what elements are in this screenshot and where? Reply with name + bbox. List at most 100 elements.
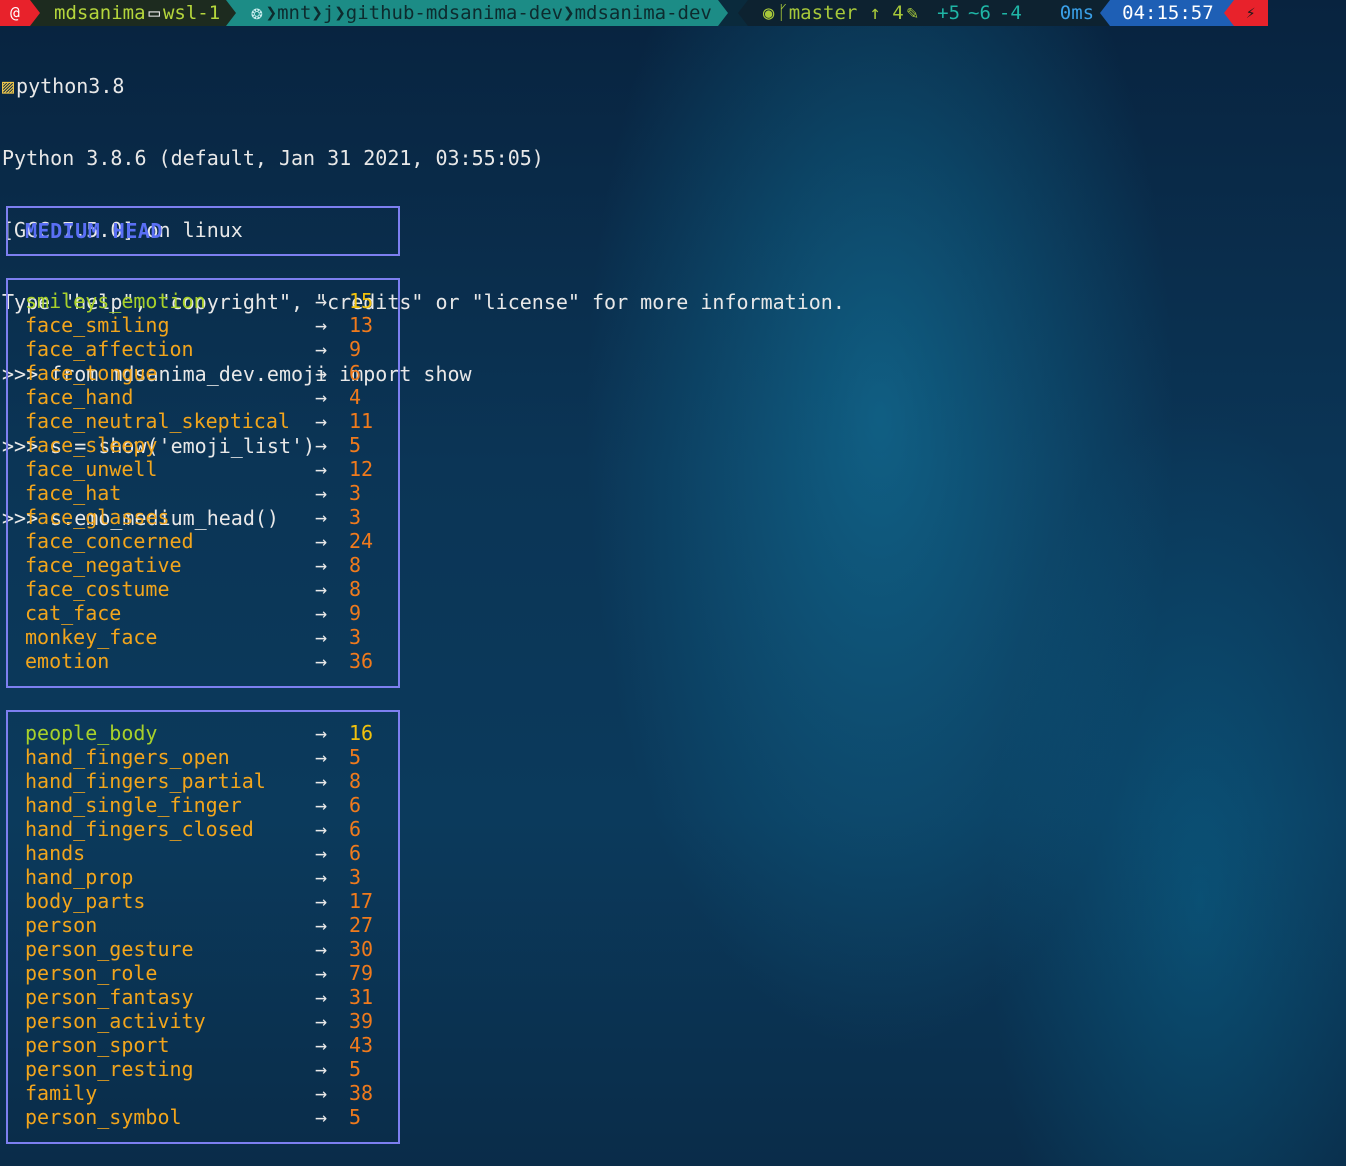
row-name: face_negative <box>25 553 182 577</box>
arrow-icon: → <box>315 649 328 673</box>
github-icon: ◉ <box>762 2 775 24</box>
subgroup-row: face_concerned → 24 <box>25 529 385 553</box>
row-count: 39 <box>349 1009 374 1033</box>
row-count: 3 <box>349 505 362 529</box>
arrow-icon: → <box>315 601 328 625</box>
arrow-icon: → <box>315 313 328 337</box>
row-count: 9 <box>349 601 362 625</box>
arrow-icon: → <box>315 817 328 841</box>
shell-prompt-bar: @ mdsanima ▭ wsl-1 ❂ ❯ mnt ❯ j ❯ github-… <box>0 0 1346 26</box>
row-count: 11 <box>349 409 374 433</box>
row-name: face_unwell <box>25 457 158 481</box>
row-name: face_costume <box>25 577 170 601</box>
duration: 0ms <box>1059 2 1095 24</box>
subgroup-row: hand_fingers_partial → 8 <box>25 769 385 793</box>
subgroup-row: face_affection → 9 <box>25 337 385 361</box>
row-count: 31 <box>349 985 374 1009</box>
subgroup-row: face_glasses → 3 <box>25 505 385 529</box>
segment-separator <box>737 0 748 26</box>
arrow-icon: → <box>315 1105 328 1129</box>
row-count: 3 <box>349 625 362 649</box>
row-count: 8 <box>349 553 362 577</box>
subgroup-row: hands → 6 <box>25 841 385 865</box>
arrow-icon: → <box>315 385 328 409</box>
arrow-icon: → <box>315 793 328 817</box>
row-name: person <box>25 913 98 937</box>
row-name: hand_fingers_closed <box>25 817 254 841</box>
subgroup-row: person_role → 79 <box>25 961 385 985</box>
subgroup-row: family → 38 <box>25 1081 385 1105</box>
subgroup-row: face_neutral_skeptical → 11 <box>25 409 385 433</box>
prompt-user: mdsanima <box>54 2 146 24</box>
folder-icon: ❂ <box>251 2 263 24</box>
git-branch-icon: ᚴ <box>777 2 789 24</box>
row-name: person_gesture <box>25 937 194 961</box>
subgroup-row: person_sport → 43 <box>25 1033 385 1057</box>
segment-separator <box>1223 0 1234 26</box>
segment-separator <box>1100 0 1111 26</box>
path-part: mdsanima-dev <box>574 2 712 24</box>
os-segment: @ <box>0 0 30 26</box>
row-name: person_fantasy <box>25 985 194 1009</box>
row-count: 16 <box>349 721 374 745</box>
subgroup-row: person_gesture → 30 <box>25 937 385 961</box>
subgroup-row: hand_fingers_closed → 6 <box>25 817 385 841</box>
debian-icon: @ <box>10 3 20 22</box>
row-name: person_resting <box>25 1057 194 1081</box>
status-segment: ⚡ <box>1233 0 1268 26</box>
subgroup-row: person_activity → 39 <box>25 1009 385 1033</box>
row-count: 36 <box>349 649 374 673</box>
venv-name: python3.8 <box>16 74 125 98</box>
arrow-icon: → <box>315 769 328 793</box>
subgroup-row: face_hat → 3 <box>25 481 385 505</box>
subgroup-row: face_costume → 8 <box>25 577 385 601</box>
emoji-group-box: smileys_emotion → 15 face_smiling → 13 face_… <box>6 278 400 688</box>
row-name: monkey_face <box>25 625 158 649</box>
arrow-icon: → <box>315 1033 328 1057</box>
path-sep-icon: ❯ <box>563 2 575 24</box>
row-name: cat_face <box>25 601 122 625</box>
subgroup-row: hand_fingers_open → 5 <box>25 745 385 769</box>
arrow-icon: → <box>315 889 328 913</box>
arrow-icon: → <box>315 409 328 433</box>
arrow-icon: → <box>315 433 328 457</box>
row-name: hands <box>25 841 86 865</box>
subgroup-row: face_tongue → 6 <box>25 361 385 385</box>
arrow-icon: → <box>315 577 328 601</box>
row-count: 12 <box>349 457 374 481</box>
path-part: github-mdsanima-dev <box>345 2 564 24</box>
subgroup-row: emotion → 36 <box>25 649 385 673</box>
path-part: mnt <box>277 2 312 24</box>
path-sep-icon: ❯ <box>311 2 323 24</box>
path-part: j <box>322 2 335 24</box>
row-count: 79 <box>349 961 374 985</box>
segment-separator <box>30 0 40 26</box>
arrow-icon: → <box>315 481 328 505</box>
path-sep-icon: ❯ <box>334 2 346 24</box>
row-count: 24 <box>349 529 374 553</box>
row-name: people_body <box>25 721 158 745</box>
arrow-icon: → <box>315 913 328 937</box>
group-row: smileys_emotion → 15 <box>25 289 385 313</box>
row-count: 30 <box>349 937 374 961</box>
subgroup-row: face_negative → 8 <box>25 553 385 577</box>
row-name: hand_prop <box>25 865 134 889</box>
arrow-icon: → <box>315 337 328 361</box>
time-segment: 04:15:57 <box>1110 0 1224 26</box>
row-name: person_sport <box>25 1033 170 1057</box>
arrow-icon: → <box>315 505 328 529</box>
arrow-icon: → <box>315 1081 328 1105</box>
segment-separator <box>226 0 237 26</box>
row-name: face_sleepy <box>25 433 158 457</box>
row-count: 3 <box>349 481 362 505</box>
row-name: body_parts <box>25 889 146 913</box>
path-sep-icon: ❯ <box>265 2 278 24</box>
arrow-icon: → <box>315 1009 328 1033</box>
subgroup-row: person → 27 <box>25 913 385 937</box>
arrow-icon: → <box>315 841 328 865</box>
row-count: 9 <box>349 337 362 361</box>
row-count: 3 <box>349 865 362 889</box>
row-count: 6 <box>349 361 362 385</box>
prompt-host: wsl-1 <box>162 2 221 24</box>
subgroup-row: person_fantasy → 31 <box>25 985 385 1009</box>
